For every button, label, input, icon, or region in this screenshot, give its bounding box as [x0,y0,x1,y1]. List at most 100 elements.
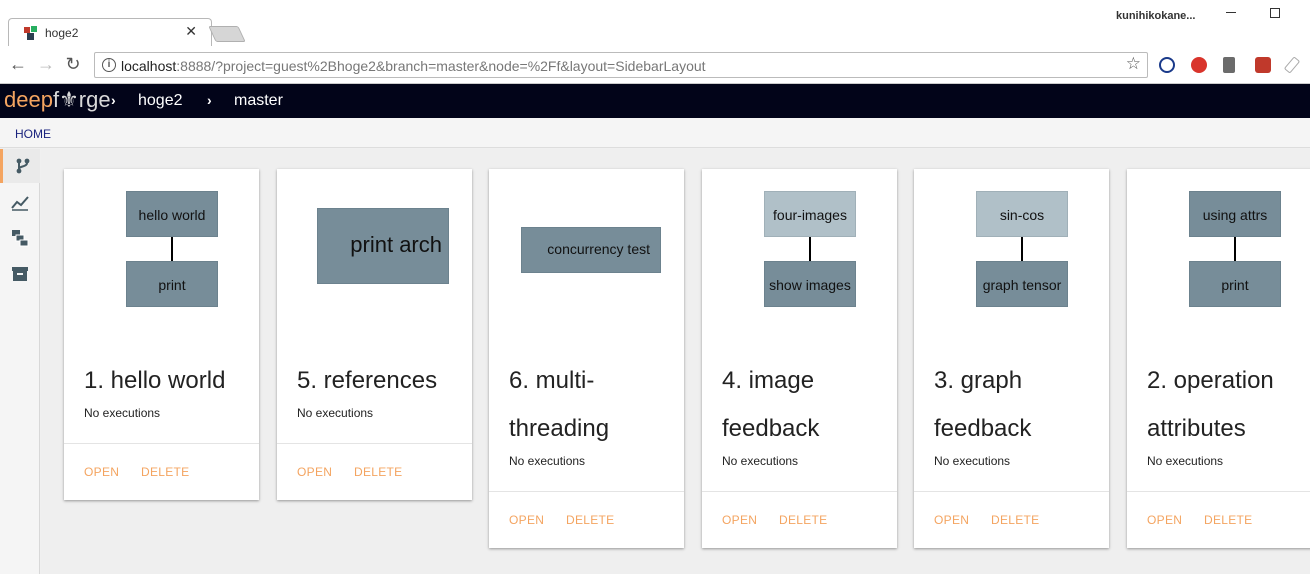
extension-app-icon[interactable] [1255,57,1271,73]
url-host: localhost [121,58,177,74]
preview-node: hello world [126,191,218,237]
back-button[interactable]: ← [8,54,28,75]
pipeline-status: No executions [297,406,374,420]
card-actions: OPEN DELETE [914,491,1109,548]
preview-edge [1021,237,1023,261]
preview-node: sin-cos [976,191,1068,237]
browser-tabstrip: hoge2 ✕ kunihikokane... [0,0,1310,46]
pipeline-preview[interactable]: print arch [277,169,472,359]
maximize-window-icon[interactable] [1270,8,1280,18]
logo-forge: f⚜rge [52,87,111,112]
delete-button[interactable]: DELETE [566,513,614,527]
pipeline-preview[interactable]: concurrency test [489,169,684,359]
preview-node: print [126,261,218,307]
preview-node: show images [764,261,856,307]
pipeline-card-image-feedback[interactable]: four-images show images 4. image feedbac… [702,169,897,548]
browser-user-name[interactable]: kunihikokane... [1116,10,1195,22]
app-header: deepf⚜rge › hoge2 › master [0,84,1310,118]
extension-block-icon[interactable] [1159,57,1175,73]
sidebar-item-pipelines[interactable] [0,149,40,183]
delete-button[interactable]: DELETE [354,465,402,479]
card-actions: OPEN DELETE [1127,491,1310,548]
card-actions: OPEN DELETE [277,443,472,500]
card-actions: OPEN DELETE [702,491,897,548]
pipeline-title: 2. operation attributes [1147,367,1274,442]
pipeline-title: 5. references [297,367,438,394]
open-button[interactable]: OPEN [722,513,757,527]
reload-button[interactable]: ↻ [63,54,83,75]
preview-node: using attrs [1189,191,1281,237]
open-button[interactable]: OPEN [1147,513,1182,527]
logo-deep: deep [4,87,53,112]
forward-button[interactable]: → [36,54,56,75]
tab-title: hoge2 [45,26,79,40]
url-path: :8888/?project=guest%2Bhoge2&branch=mast… [176,58,706,74]
breadcrumb-chevron-icon: › [111,92,116,108]
deepforge-logo[interactable]: deepf⚜rge [4,87,111,113]
pipeline-card-operation-attributes[interactable]: using attrs print 2. operation attribute… [1127,169,1310,548]
extension-download-icon[interactable] [1223,57,1235,73]
open-button[interactable]: OPEN [934,513,969,527]
pipeline-preview[interactable]: sin-cos graph tensor [914,169,1109,359]
bookmark-star-icon[interactable]: ☆ [1126,54,1141,74]
pipeline-card-references[interactable]: print arch 5. references No executions O… [277,169,472,500]
preview-edge [171,237,173,261]
minimize-window-icon[interactable] [1226,12,1236,13]
chart-line-icon [11,196,29,211]
open-button[interactable]: OPEN [84,465,119,479]
pipeline-status: No executions [84,406,161,420]
home-bar: HOME [0,118,1310,148]
preview-node: print [1189,261,1281,307]
pipeline-preview[interactable]: four-images show images [702,169,897,359]
preview-node: print arch [317,208,449,284]
deepforge-favicon-icon [24,26,37,40]
browser-tab[interactable]: hoge2 ✕ [8,18,212,46]
card-actions: OPEN DELETE [489,491,684,548]
breadcrumb-branch[interactable]: master [234,92,283,110]
close-tab-icon[interactable]: ✕ [185,23,197,40]
extension-ublock-icon[interactable] [1191,57,1207,73]
pipeline-card-hello-world[interactable]: hello world print 1. hello world No exec… [64,169,259,500]
pipeline-card-multi-threading[interactable]: concurrency test 6. multi-threading No e… [489,169,684,548]
address-url[interactable]: localhost:8888/?project=guest%2Bhoge2&br… [121,58,706,74]
pipeline-status: No executions [934,454,1011,468]
open-button[interactable]: OPEN [509,513,544,527]
pipeline-title: 1. hello world [84,367,226,394]
pipeline-title: 3. graph feedback [934,367,1032,442]
branch-icon [16,158,30,174]
pipeline-preview[interactable]: using attrs print [1127,169,1310,359]
delete-button[interactable]: DELETE [141,465,189,479]
sidebar-item-artifacts[interactable] [0,257,40,291]
breadcrumb-chevron-icon: › [207,92,212,108]
open-button[interactable]: OPEN [297,465,332,479]
sidebar-rail [0,149,40,574]
preview-node: graph tensor [976,261,1068,307]
pipeline-title: 6. multi-threading [509,367,610,442]
preview-node: concurrency test [521,227,661,273]
pipelines-grid: hello world print 1. hello world No exec… [41,149,1310,574]
breadcrumb-project[interactable]: hoge2 [138,92,183,110]
new-tab-button[interactable] [208,26,246,42]
extension-pen-icon[interactable] [1283,56,1301,74]
card-actions: OPEN DELETE [64,443,259,500]
pipeline-card-graph-feedback[interactable]: sin-cos graph tensor 3. graph feedback N… [914,169,1109,548]
sidebar-item-executions[interactable] [0,185,40,219]
pipeline-title: 4. image feedback [722,367,820,442]
home-link[interactable]: HOME [15,127,51,141]
preview-edge [809,237,811,261]
browser-toolbar: ← → ↻ i localhost:8888/?project=guest%2B… [0,46,1310,84]
delete-button[interactable]: DELETE [991,513,1039,527]
pipeline-status: No executions [509,454,586,468]
archive-icon [12,267,28,281]
preview-node: four-images [764,191,856,237]
pipeline-status: No executions [1147,454,1224,468]
layers-icon [12,230,29,247]
site-info-icon[interactable]: i [102,58,116,72]
delete-button[interactable]: DELETE [779,513,827,527]
pipeline-preview[interactable]: hello world print [64,169,259,359]
address-bar[interactable]: i localhost:8888/?project=guest%2Bhoge2&… [94,52,1148,78]
delete-button[interactable]: DELETE [1204,513,1252,527]
sidebar-item-operations[interactable] [0,221,40,255]
pipeline-status: No executions [722,454,799,468]
preview-edge [1234,237,1236,261]
